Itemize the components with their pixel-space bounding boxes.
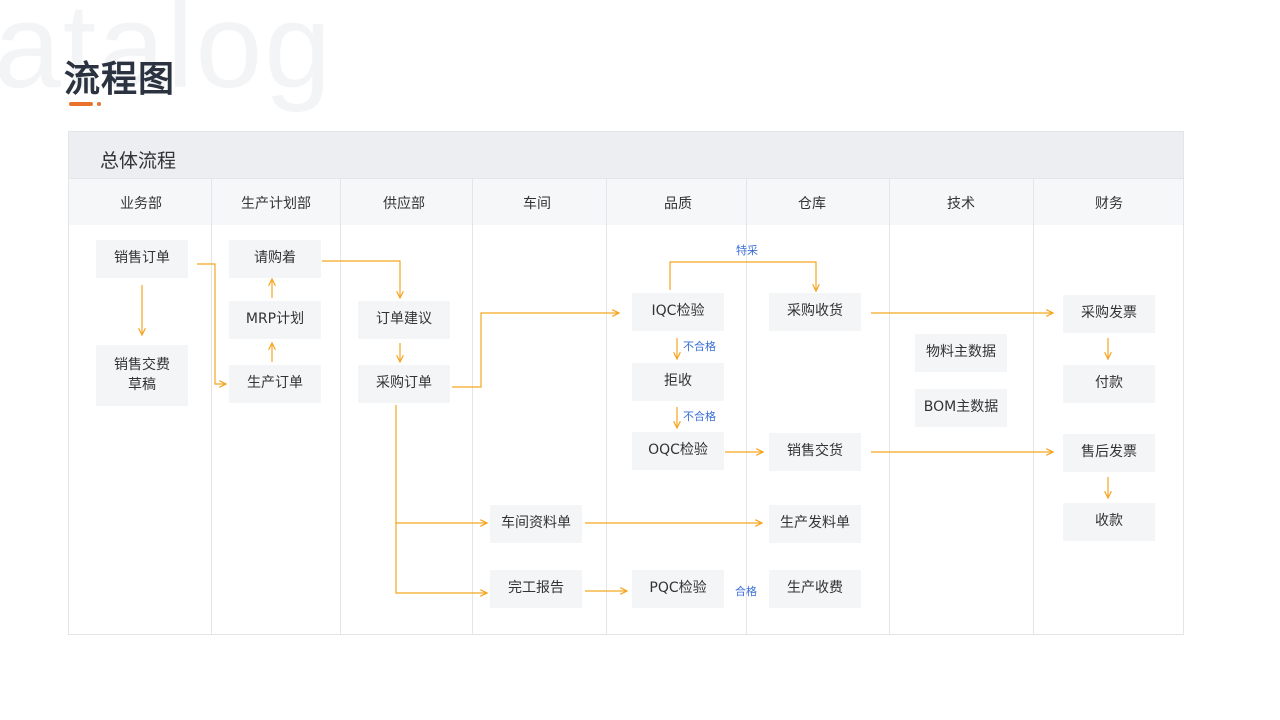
- node-sales-delivery: 销售交货: [769, 433, 861, 471]
- node-purchase-invoice: 采购发票: [1063, 295, 1155, 333]
- node-reject: 拒收: [632, 363, 724, 401]
- page-title: 流程图: [64, 59, 176, 100]
- flow-label-unqualified: 不合格: [683, 410, 716, 423]
- node-purchase-request: 请购着: [229, 240, 321, 278]
- node-aftersale-invoice: 售后发票: [1063, 434, 1155, 472]
- flow-label-unqualified: 不合格: [683, 340, 716, 353]
- node-sales-order: 销售订单: [96, 240, 188, 278]
- lane-label-sales: 业务部: [120, 196, 162, 212]
- node-collection: 收款: [1063, 503, 1155, 541]
- panel-header: 总体流程: [69, 132, 1183, 179]
- lane-divider: [889, 179, 890, 634]
- lane-divider: [211, 179, 212, 634]
- node-mrp-plan: MRP计划: [229, 301, 321, 339]
- title-accent-dot: [97, 102, 101, 106]
- lane-label-workshop: 车间: [523, 196, 551, 212]
- node-payment: 付款: [1063, 365, 1155, 403]
- node-purchase-receipt: 采购收货: [769, 293, 861, 331]
- lane-label-finance: 财务: [1095, 196, 1123, 212]
- lane-label-production-planning: 生产计划部: [241, 196, 311, 212]
- panel-title: 总体流程: [100, 150, 177, 172]
- node-sales-delivery-draft: 销售交费 草稿: [96, 345, 188, 406]
- lane-divider: [1033, 179, 1034, 634]
- node-iqc-inspection: IQC检验: [632, 293, 724, 331]
- lane-divider: [340, 179, 341, 634]
- node-oqc-inspection: OQC检验: [632, 432, 724, 470]
- node-bom-master: BOM主数据: [915, 389, 1007, 427]
- node-production-receipt: 生产收费: [769, 570, 861, 608]
- node-production-order: 生产订单: [229, 365, 321, 403]
- node-pqc-inspection: PQC检验: [632, 570, 724, 608]
- node-material-master: 物料主数据: [915, 334, 1007, 372]
- flow-label-special-purchase: 特采: [736, 244, 758, 257]
- lane-header-row: [69, 179, 1183, 225]
- flow-label-qualified: 合格: [735, 585, 757, 598]
- node-workshop-material-sheet: 车间资料单: [490, 505, 582, 543]
- node-order-suggestion: 订单建议: [358, 301, 450, 339]
- lane-label-technology: 技术: [947, 196, 975, 212]
- node-completion-report: 完工报告: [490, 570, 582, 608]
- lane-label-warehouse: 仓库: [798, 196, 826, 212]
- node-production-issue-sheet: 生产发料单: [769, 505, 861, 543]
- lane-label-supply: 供应部: [383, 196, 425, 212]
- lane-divider: [472, 179, 473, 634]
- lane-label-quality: 品质: [664, 196, 692, 212]
- lane-divider: [606, 179, 607, 634]
- title-accent-bar: [69, 102, 93, 106]
- node-purchase-order: 采购订单: [358, 365, 450, 403]
